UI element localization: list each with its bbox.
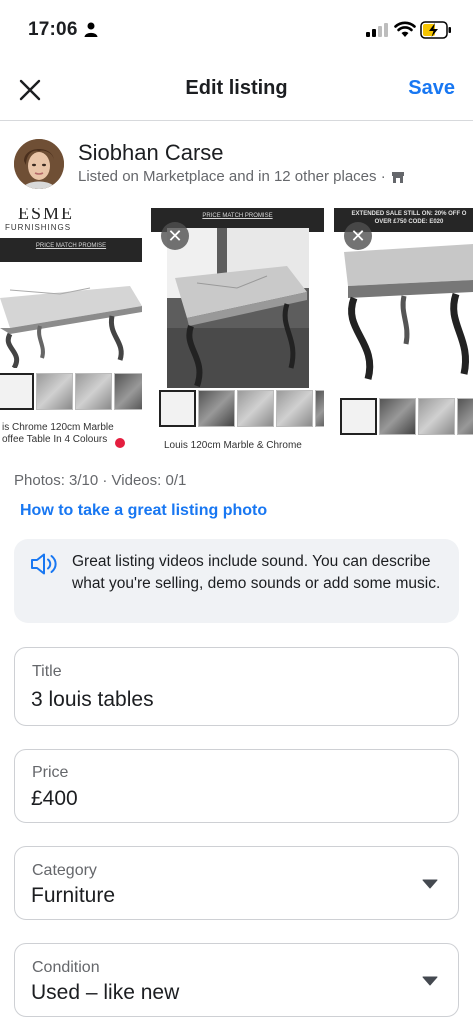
photo-thumbnails [159,390,324,427]
status-bar: 17:06 [0,0,473,60]
media-count: Photos: 3/10 · Videos: 0/1 [14,472,187,489]
remove-photo-icon[interactable]: ✕ [161,222,189,250]
condition-label: Condition [32,959,100,976]
listing-photo-tips-link[interactable]: How to take a great listing photo [20,502,267,520]
photo-brand-sub: FURNISHINGS [5,223,72,232]
seller-name: Siobhan Carse [78,140,224,165]
person-icon [84,22,98,37]
title-label: Title [32,663,62,680]
title-value[interactable]: 3 louis tables [31,688,154,712]
title-field[interactable]: Title 3 louis tables [14,647,459,726]
listing-photo-1[interactable]: ESME FURNISHINGS PRICE MATCH PROMISE is … [0,208,142,448]
wifi-icon [394,21,416,37]
photo-carousel[interactable]: ESME FURNISHINGS PRICE MATCH PROMISE is … [0,203,473,453]
marble-table-image [344,244,473,380]
chevron-down-icon[interactable] [422,976,438,986]
remove-photo-icon[interactable]: ✕ [344,222,372,250]
marble-table-image [167,228,309,388]
signal-icon [366,23,388,37]
marble-table-image [0,286,142,368]
photo-caption-line1: is Chrome 120cm Marble [2,422,114,433]
notification-dot [115,438,125,448]
listing-places[interactable]: Listed on Marketplace and in 12 other pl… [78,168,405,185]
price-label: Price [32,764,69,781]
listing-places-text: Listed on Marketplace and in 12 other pl… [78,168,386,185]
banner-line1: EXTENDED SALE STILL ON: 20% OFF O [351,211,467,217]
save-button[interactable]: Save [408,77,455,100]
photo-brand: ESME [18,208,75,223]
banner-line2: OVER £750 CODE: E020 [374,219,444,225]
listing-photo-3[interactable]: EXTENDED SALE STILL ON: 20% OFF O OVER £… [334,208,473,448]
header-bar: Edit listing Save [0,60,473,121]
condition-select[interactable]: Condition Used – like new [14,943,459,1017]
photo-thumbnails [340,398,473,435]
photo-caption: Louis 120cm Marble & Chrome [164,440,302,448]
status-time: 17:06 [28,19,78,40]
category-label: Category [32,862,97,879]
chevron-down-icon[interactable] [422,879,438,889]
speaker-icon [31,553,57,575]
battery-charging-icon [420,21,451,39]
condition-value: Used – like new [31,981,180,1004]
photo-banner: PRICE MATCH PROMISE [0,238,142,262]
page-title: Edit listing [185,77,288,99]
price-field[interactable]: Price £400 [14,749,459,823]
avatar[interactable] [14,139,64,189]
video-tip-text: Great listing videos include sound. You … [72,553,441,592]
price-value[interactable]: £400 [31,787,78,811]
shop-icon [391,171,404,183]
photo-caption-line2: offee Table In 4 Colours [2,434,108,445]
category-select[interactable]: Category Furniture [14,846,459,920]
category-value: Furniture [31,884,116,907]
photo-thumbnails [0,373,142,410]
video-tip-banner: Great listing videos include sound. You … [14,539,459,623]
listing-photo-2[interactable]: PRICE MATCH PROMISE ✕ Louis 120cm Marble… [151,208,324,448]
